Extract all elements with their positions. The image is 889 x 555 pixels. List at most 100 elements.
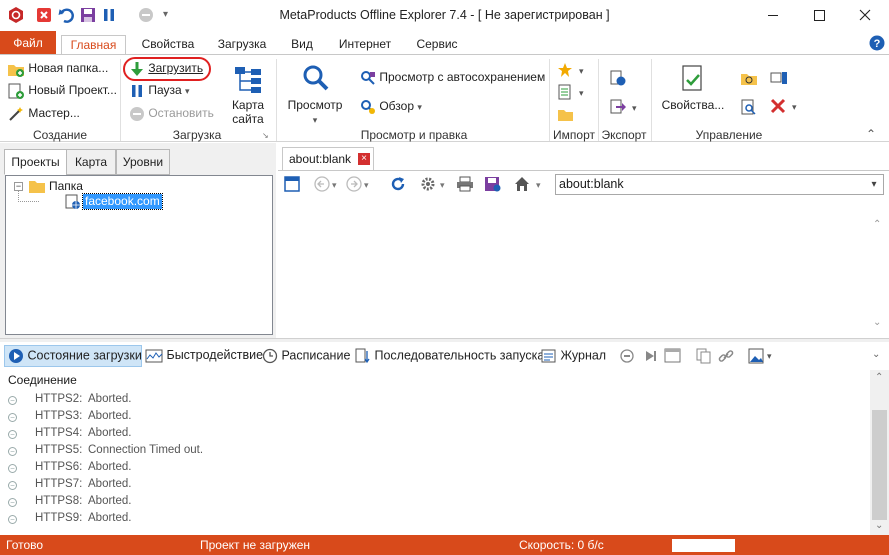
browser-scrollbar[interactable]: ⌃ ⌄ bbox=[869, 199, 887, 335]
search-doc-icon[interactable] bbox=[740, 99, 758, 115]
favorites-import-icon[interactable]: ▾ bbox=[557, 62, 587, 78]
address-dropdown-icon[interactable]: ▾ bbox=[865, 175, 883, 194]
maximize-button[interactable] bbox=[796, 0, 842, 31]
close-button[interactable] bbox=[842, 0, 888, 31]
site-map-button[interactable]: Карта сайта bbox=[222, 98, 274, 126]
find-icon[interactable] bbox=[740, 70, 758, 86]
tab-journal[interactable]: Журнал bbox=[541, 348, 606, 364]
list-import-icon[interactable]: ▾ bbox=[557, 84, 587, 100]
scroll-up-icon[interactable]: ⌃ bbox=[873, 219, 881, 230]
delete-icon[interactable]: ▾ bbox=[770, 98, 800, 114]
tab-download-state[interactable]: Состояние загрузки bbox=[8, 348, 142, 364]
properties-button[interactable]: Свойства... bbox=[661, 98, 725, 112]
save-page-icon[interactable] bbox=[484, 176, 502, 192]
tab-map[interactable]: Карта bbox=[66, 149, 116, 175]
tab-file[interactable]: Файл bbox=[0, 31, 56, 55]
tab-schedule[interactable]: Расписание bbox=[262, 348, 350, 364]
tab-levels[interactable]: Уровни bbox=[116, 149, 170, 175]
group-import-label: Импорт bbox=[553, 128, 595, 142]
wizard-button[interactable]: Мастер... bbox=[7, 106, 80, 122]
scroll-thumb[interactable] bbox=[872, 410, 887, 520]
tree-project-label[interactable]: facebook.com bbox=[82, 193, 163, 210]
start-download-button[interactable]: Загрузить bbox=[129, 61, 203, 77]
help-icon[interactable]: ? bbox=[869, 35, 885, 51]
minimize-button[interactable] bbox=[750, 0, 796, 31]
scroll-down-icon[interactable]: ⌄ bbox=[875, 520, 883, 531]
log-scrollbar[interactable]: ⌃ ⌄ bbox=[870, 370, 889, 535]
status-dot-icon: − bbox=[8, 498, 17, 507]
new-project-button[interactable]: Новый Проект... bbox=[7, 83, 117, 99]
projects-panel: Проекты Карта Уровни − Папка facebook.co… bbox=[0, 143, 276, 338]
print-icon[interactable] bbox=[456, 176, 474, 192]
browse-button[interactable]: Обзор ▾ bbox=[360, 99, 422, 115]
panel-toggle-icon[interactable] bbox=[284, 176, 300, 192]
folder-import-icon[interactable] bbox=[557, 106, 587, 122]
group-manage-label: Управление bbox=[695, 128, 763, 142]
sequence-icon bbox=[355, 348, 371, 364]
home-icon[interactable]: ▾ bbox=[514, 176, 544, 192]
tree-folder-label[interactable]: Папка bbox=[49, 179, 83, 193]
log-message: Connection Timed out. bbox=[88, 444, 204, 456]
properties-icon bbox=[680, 64, 706, 94]
ribbon-separator bbox=[120, 59, 121, 141]
status-text: Готово bbox=[6, 538, 44, 552]
back-icon[interactable]: ▾ bbox=[314, 176, 340, 192]
new-folder-button[interactable]: Новая папка... bbox=[7, 61, 108, 77]
pause-download-button[interactable]: Пауза ▾ bbox=[129, 83, 190, 99]
status-dot-icon: − bbox=[8, 447, 17, 456]
chevron-down-icon: ▾ bbox=[417, 102, 422, 113]
export-arrow-icon[interactable]: ▾ bbox=[610, 99, 640, 115]
collapse-ribbon-icon[interactable]: ⌃ bbox=[866, 127, 876, 141]
window-view-icon[interactable] bbox=[664, 348, 682, 364]
link-icon[interactable] bbox=[718, 348, 734, 364]
svg-text:▾: ▾ bbox=[579, 88, 584, 98]
scroll-up-icon[interactable]: ⌃ bbox=[875, 372, 883, 383]
address-bar[interactable]: about:blank bbox=[555, 174, 884, 195]
tab-download[interactable]: Загрузка bbox=[212, 35, 272, 55]
log-header: Соединение bbox=[0, 370, 870, 390]
stop-download-label: Остановить bbox=[148, 106, 214, 121]
svg-text:?: ? bbox=[874, 38, 881, 50]
tab-view[interactable]: Вид bbox=[285, 35, 319, 55]
refresh-icon[interactable] bbox=[389, 175, 407, 193]
tab-internet[interactable]: Интернет bbox=[334, 35, 396, 55]
chevron-down-icon: ▾ bbox=[312, 115, 318, 125]
close-tab-icon[interactable]: × bbox=[358, 153, 370, 165]
autosave-view-button[interactable]: Просмотр с автосохранением bbox=[360, 70, 545, 86]
document-tab[interactable]: about:blank × bbox=[282, 147, 374, 170]
image-options-icon[interactable]: ▾ bbox=[748, 348, 776, 364]
tree-collapse-toggle[interactable]: − bbox=[14, 182, 23, 191]
forward-icon[interactable]: ▾ bbox=[346, 176, 372, 192]
connection-column-header[interactable]: Соединение bbox=[8, 373, 77, 387]
scroll-down-icon[interactable]: ⌄ bbox=[873, 317, 881, 328]
monitor-icon[interactable] bbox=[770, 70, 788, 86]
browser-navbar: ▾ ▾ ▾ ▾ about:blank ▾ bbox=[278, 170, 889, 198]
export-web-icon[interactable] bbox=[610, 70, 640, 86]
view-button[interactable]: Просмотр ▾ bbox=[286, 98, 344, 126]
group-export-label: Экспорт bbox=[601, 128, 647, 142]
tab-service[interactable]: Сервис bbox=[412, 35, 462, 55]
magnifier-icon bbox=[302, 64, 330, 92]
settings-icon[interactable]: ▾ bbox=[420, 176, 448, 192]
download-arrow-icon bbox=[129, 61, 145, 77]
tab-home[interactable]: Главная bbox=[61, 35, 126, 56]
dialog-launcher-icon[interactable]: ↘ bbox=[262, 131, 269, 140]
stop-conn-icon[interactable] bbox=[620, 349, 634, 363]
log-message: Aborted. bbox=[88, 461, 132, 473]
status-dot-icon: − bbox=[8, 515, 17, 524]
chevron-down-icon: ▾ bbox=[185, 86, 190, 97]
tab-properties[interactable]: Свойства bbox=[138, 35, 198, 55]
stop-download-button[interactable]: Остановить bbox=[129, 106, 214, 122]
search-page-icon bbox=[360, 70, 376, 86]
collapse-panel-icon[interactable]: ⌄ bbox=[872, 349, 880, 360]
tab-projects[interactable]: Проекты bbox=[4, 149, 67, 175]
tab-download-state-label: Состояние загрузки bbox=[27, 348, 142, 363]
copy-icon[interactable] bbox=[696, 348, 712, 364]
tab-performance[interactable]: Быстродействие bbox=[145, 348, 263, 363]
project-tree[interactable]: − Папка facebook.com bbox=[5, 175, 273, 335]
site-map-icon bbox=[232, 64, 264, 96]
resume-icon[interactable] bbox=[643, 349, 657, 363]
clock-icon bbox=[262, 348, 278, 364]
status-dot-icon: − bbox=[8, 430, 17, 439]
tab-launch-sequence[interactable]: Последовательность запуска bbox=[355, 348, 544, 364]
